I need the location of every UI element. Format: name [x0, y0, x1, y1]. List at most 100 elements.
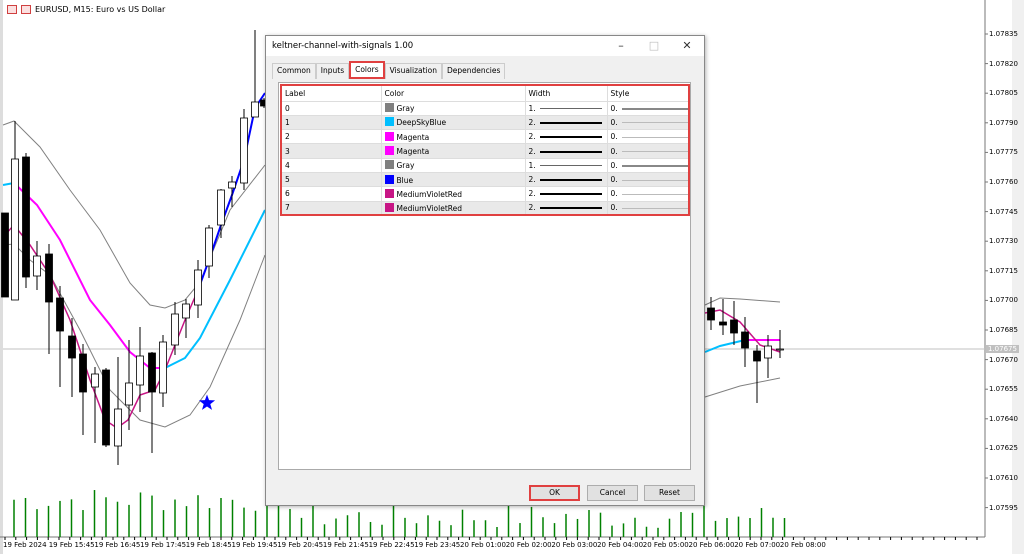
- column-header-color: Color: [381, 85, 526, 101]
- column-header-style: Style: [607, 85, 690, 101]
- style-line-preview: [621, 122, 688, 124]
- row-label: 2: [281, 129, 382, 144]
- price-tick-label: 1.07820: [989, 59, 1018, 68]
- bearish-candle: [741, 331, 749, 349]
- tab-inputs[interactable]: Inputs: [315, 63, 350, 79]
- table-row[interactable]: 6 MediumVioletRed 2. 0.: [281, 186, 690, 202]
- price-tick-label: 1.07715: [989, 266, 1018, 275]
- keltner-lower-band: [2, 243, 266, 428]
- width-line-preview: [539, 165, 602, 167]
- color-swatch[interactable]: [384, 188, 394, 198]
- maximize-icon: □: [648, 39, 660, 52]
- color-cell[interactable]: MediumVioletRed: [381, 186, 526, 202]
- width-cell[interactable]: 1.: [525, 100, 608, 116]
- tab-colors[interactable]: Colors: [349, 61, 385, 79]
- style-line-preview: [621, 193, 688, 195]
- color-swatch[interactable]: [384, 131, 394, 141]
- time-tick-label: 20 Feb 07:00: [734, 541, 781, 549]
- current-price-label: 1.07675: [986, 345, 1019, 353]
- row-label: 6: [281, 186, 382, 202]
- style-cell[interactable]: 0.: [607, 100, 690, 116]
- style-cell[interactable]: 0.: [607, 143, 690, 159]
- color-swatch[interactable]: [384, 117, 394, 127]
- buy-signal-star-icon: [198, 394, 216, 410]
- width-cell[interactable]: 2.: [525, 200, 608, 216]
- style-cell[interactable]: 0.: [607, 171, 690, 187]
- bearish-candle: [79, 353, 87, 393]
- reset-button[interactable]: Reset: [644, 485, 695, 501]
- tab-common[interactable]: Common: [272, 63, 316, 79]
- color-swatch[interactable]: [384, 174, 394, 184]
- color-name: Gray: [396, 104, 415, 114]
- ok-button[interactable]: OK: [529, 485, 580, 501]
- style-cell[interactable]: 0.: [607, 157, 690, 173]
- style-cell[interactable]: 0.: [607, 129, 690, 144]
- bullish-candle: [136, 355, 144, 386]
- bullish-candle: [125, 382, 133, 406]
- time-tick-label: 19 Feb 21:45: [322, 541, 369, 549]
- table-row[interactable]: 2 Magenta 2. 0.: [281, 129, 690, 144]
- width-line-preview: [539, 121, 602, 124]
- time-tick-label: 19 Feb 17:45: [140, 541, 187, 549]
- style-value: 0.: [610, 132, 618, 142]
- style-value: 0.: [610, 203, 618, 213]
- price-tick-label: 1.07805: [989, 89, 1018, 98]
- minimize-icon[interactable]: –: [606, 36, 636, 56]
- price-tick-label: 1.07760: [989, 178, 1018, 186]
- tab-dependencies[interactable]: Dependencies: [441, 63, 506, 79]
- style-cell[interactable]: 0.: [607, 186, 690, 202]
- bearish-candle: [719, 321, 727, 326]
- style-value: 0.: [610, 117, 618, 127]
- color-cell[interactable]: Gray: [381, 157, 526, 173]
- color-cell[interactable]: Blue: [381, 171, 526, 187]
- tab-visualization[interactable]: Visualization: [384, 63, 442, 79]
- table-row[interactable]: 5 Blue 2. 0.: [281, 171, 690, 187]
- color-cell[interactable]: Magenta: [381, 129, 526, 144]
- style-cell[interactable]: 0.: [607, 114, 690, 130]
- style-line-preview: [621, 207, 688, 209]
- width-cell[interactable]: 2.: [525, 171, 608, 187]
- table-row[interactable]: 1 DeepSkyBlue 2. 0.: [281, 114, 690, 130]
- width-cell[interactable]: 2.: [525, 186, 608, 202]
- bearish-candle: [56, 297, 64, 332]
- table-row[interactable]: 7 MediumVioletRed 2. 0.: [281, 200, 690, 216]
- bearish-candle: [753, 350, 761, 362]
- color-swatch[interactable]: [384, 202, 394, 212]
- table-row[interactable]: 4 Gray 1. 0.: [281, 157, 690, 173]
- width-cell[interactable]: 2.: [525, 114, 608, 130]
- color-cell[interactable]: Gray: [381, 100, 526, 116]
- color-swatch[interactable]: [384, 160, 394, 170]
- keltner-middle-up: [164, 209, 266, 369]
- color-cell[interactable]: MediumVioletRed: [381, 200, 526, 216]
- bullish-candle: [114, 408, 122, 447]
- time-tick-label: 20 Feb 04:00: [597, 541, 644, 549]
- width-line-preview: [539, 207, 602, 210]
- color-cell[interactable]: Magenta: [381, 143, 526, 159]
- table-row[interactable]: 3 Magenta 2. 0.: [281, 143, 690, 159]
- cancel-button[interactable]: Cancel: [587, 485, 638, 501]
- close-icon[interactable]: ✕: [672, 36, 702, 56]
- width-line-preview: [539, 193, 602, 196]
- style-line-preview: [621, 107, 688, 110]
- dialog-titlebar[interactable]: keltner-channel-with-signals 1.00 – □ ✕: [266, 36, 704, 56]
- time-tick-label: 19 Feb 18:45: [185, 541, 232, 549]
- width-cell[interactable]: 2.: [525, 129, 608, 144]
- width-line-preview: [539, 179, 602, 182]
- width-cell[interactable]: 2.: [525, 143, 608, 159]
- style-cell[interactable]: 0.: [607, 200, 690, 216]
- width-value: 2.: [528, 146, 536, 156]
- color-swatch[interactable]: [384, 103, 394, 113]
- bullish-candle: [91, 373, 99, 388]
- column-header-label: Label: [281, 85, 382, 101]
- price-tick-label: 1.07775: [989, 148, 1018, 157]
- table-row[interactable]: 0 Gray 1. 0.: [281, 100, 690, 116]
- time-tick-label: 20 Feb 08:00: [779, 541, 826, 549]
- bullish-candle: [205, 227, 213, 267]
- bearish-candle: [68, 335, 76, 359]
- color-name: DeepSkyBlue: [396, 118, 447, 128]
- bearish-candle: [45, 253, 53, 303]
- color-cell[interactable]: DeepSkyBlue: [381, 114, 526, 130]
- color-swatch[interactable]: [384, 146, 394, 156]
- width-cell[interactable]: 1.: [525, 157, 608, 173]
- bearish-candle: [730, 319, 738, 334]
